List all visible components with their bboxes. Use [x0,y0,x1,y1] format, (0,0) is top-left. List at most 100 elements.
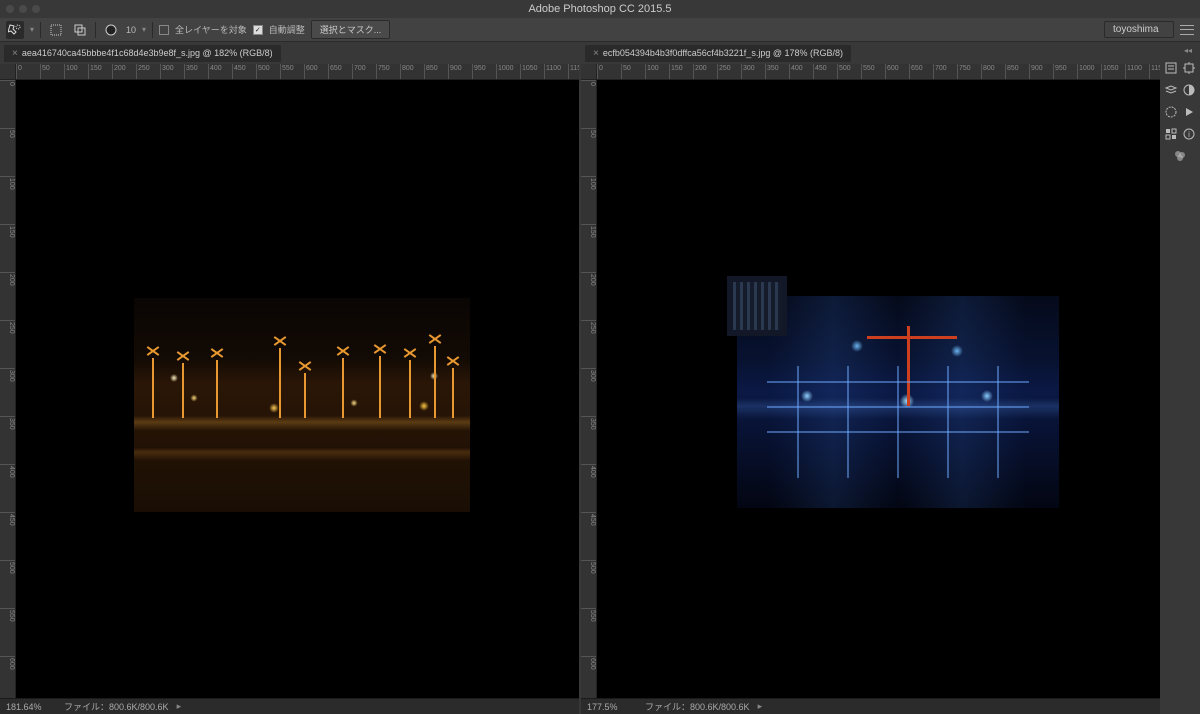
close-window-icon[interactable] [6,5,14,13]
ruler-tick: 200 [112,64,126,80]
ruler-tick: 900 [448,64,462,80]
ruler-tick: 400 [581,464,597,478]
ruler-tick: 100 [645,64,659,80]
auto-enhance-label: 自動調整 [269,23,305,36]
new-selection-icon[interactable] [47,21,65,39]
ruler-tick: 50 [581,128,597,138]
ruler-tick: 250 [717,64,731,80]
ruler-tick: 650 [328,64,342,80]
ruler-tick: 500 [256,64,270,80]
status-menu-icon[interactable]: ▸ [758,701,763,712]
ruler-vertical[interactable]: 050100150200250300350400450500550600650 [581,80,597,698]
chevron-down-icon[interactable]: ▾ [142,25,146,34]
workspace-label: toyoshima [1113,24,1159,35]
status-menu-icon[interactable]: ▸ [177,701,182,712]
ruler-tick: 1050 [1101,64,1119,80]
ruler-horizontal[interactable]: 0501001502002503003504004505005506006507… [581,64,1160,80]
ruler-tick: 50 [621,64,631,80]
ruler-tick: 150 [0,224,16,238]
ruler-tick: 800 [400,64,414,80]
ruler-origin[interactable] [581,64,597,80]
minimize-window-icon[interactable] [19,5,27,13]
ruler-origin[interactable] [0,64,16,80]
ruler-tick: 350 [184,64,198,80]
adjustments-panel-icon[interactable] [1181,82,1197,98]
close-tab-icon[interactable]: × [593,48,599,59]
brush-preset-icon[interactable] [102,21,120,39]
canvas[interactable] [597,80,1160,698]
layers-panel-icon[interactable] [1163,82,1179,98]
ruler-tick: 750 [957,64,971,80]
sample-all-label: 全レイヤーを対象 [175,23,247,36]
ruler-tick: 0 [581,80,597,86]
app-title: Adobe Photoshop CC 2015.5 [528,3,671,15]
tab-strip: × ecfb054394b4b3f0dffca56cf4b3221f_s.jpg… [581,42,1160,64]
panel-dock: ◂◂ i [1160,42,1200,714]
status-doc-info[interactable]: ファイル：800.6K/800.6K [64,700,169,713]
ruler-tick: 1100 [544,64,561,80]
ruler-tick: 850 [1005,64,1019,80]
ruler-tick: 100 [581,176,597,190]
tool-dropdown-icon[interactable]: ▾ [30,25,34,34]
ruler-tick: 0 [597,64,603,80]
color-panel-icon[interactable] [1163,104,1179,120]
ruler-tick: 700 [933,64,947,80]
ruler-tick: 500 [581,560,597,574]
properties-panel-icon[interactable] [1181,60,1197,76]
sample-all-checkbox[interactable] [159,25,169,35]
ruler-tick: 650 [909,64,923,80]
actions-panel-icon[interactable] [1181,104,1197,120]
ruler-tick: 400 [789,64,803,80]
document-pane-left: × aea416740ca45bbbe4f1c68d4e3b9e8f_s.jpg… [0,42,579,714]
ruler-tick: 250 [581,320,597,334]
auto-enhance-checkbox[interactable]: ✓ [253,25,263,35]
ruler-tick: 950 [472,64,486,80]
ruler-tick: 0 [0,80,16,86]
workspace-selector[interactable]: toyoshima [1104,21,1174,38]
ruler-tick: 150 [88,64,102,80]
ruler-tick: 1150 [1149,64,1160,80]
status-bar: 177.5% ファイル：800.6K/800.6K ▸ [581,698,1160,714]
panel-menu-icon[interactable] [1180,25,1194,35]
ruler-tick: 300 [0,368,16,382]
ruler-tick: 200 [0,272,16,286]
maximize-window-icon[interactable] [32,5,40,13]
status-doc-info[interactable]: ファイル：800.6K/800.6K [645,700,750,713]
ruler-vertical[interactable]: 050100150200250300350400450500550600650 [0,80,16,698]
ruler-tick: 450 [232,64,246,80]
ruler-horizontal[interactable]: 0501001502002503003504004505005506006507… [0,64,579,80]
canvas[interactable] [16,80,579,698]
swatches-panel-icon[interactable] [1163,126,1179,142]
tab-strip: × aea416740ca45bbbe4f1c68d4e3b9e8f_s.jpg… [0,42,579,64]
ruler-tick: 1150 [568,64,579,80]
styles-panel-icon[interactable] [1172,148,1188,164]
close-tab-icon[interactable]: × [12,48,18,59]
ruler-tick: 350 [765,64,779,80]
info-panel-icon[interactable]: i [1181,126,1197,142]
zoom-value[interactable]: 181.64% [6,702,56,712]
brush-size-value[interactable]: 10 [126,25,136,35]
ruler-tick: 550 [861,64,875,80]
ruler-tick: 550 [581,608,597,622]
zoom-value[interactable]: 177.5% [587,702,637,712]
select-and-mask-button[interactable]: 選択とマスク... [311,20,391,39]
history-panel-icon[interactable] [1163,60,1179,76]
ruler-tick: 300 [581,368,597,382]
document-tab[interactable]: × aea416740ca45bbbe4f1c68d4e3b9e8f_s.jpg… [4,45,281,62]
ruler-tick: 550 [0,608,16,622]
ruler-tick: 0 [16,64,22,80]
ruler-tick: 50 [0,128,16,138]
ruler-tick: 100 [0,176,16,190]
ruler-tick: 450 [0,512,16,526]
add-selection-icon[interactable] [71,21,89,39]
document-pane-right: × ecfb054394b4b3f0dffca56cf4b3221f_s.jpg… [579,42,1160,714]
document-tab[interactable]: × ecfb054394b4b3f0dffca56cf4b3221f_s.jpg… [585,45,851,62]
quick-select-tool-icon[interactable] [6,21,24,39]
expand-panels-icon[interactable]: ◂◂ [1184,46,1196,54]
ruler-tick: 900 [1029,64,1043,80]
ruler-tick: 600 [304,64,318,80]
ruler-tick: 300 [160,64,174,80]
ruler-tick: 350 [0,416,16,430]
ruler-tick: 500 [0,560,16,574]
ruler-tick: 250 [0,320,16,334]
